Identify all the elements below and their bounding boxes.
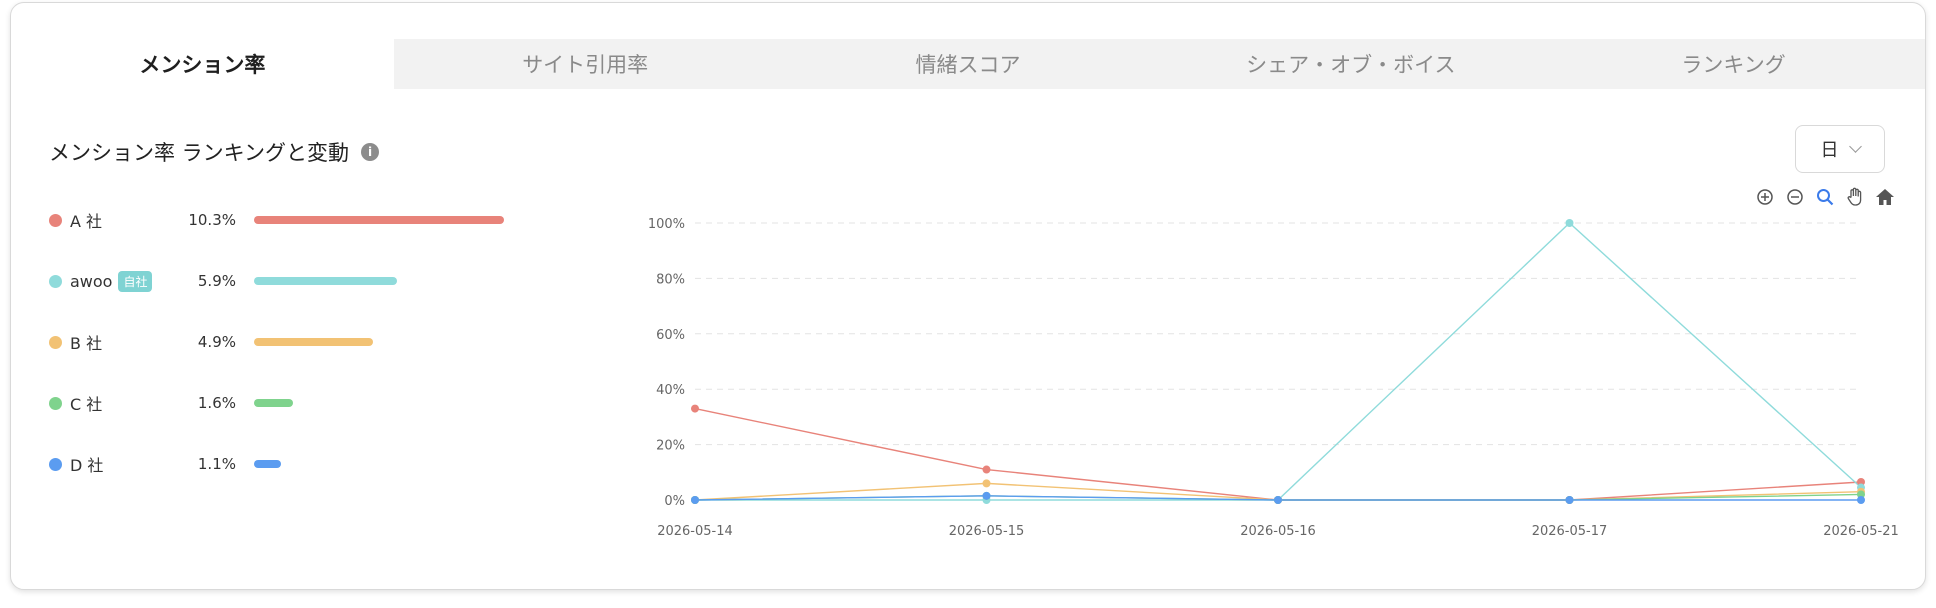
ranking-bar <box>254 216 504 224</box>
legend-dot <box>49 274 62 288</box>
ranking-bar <box>254 277 398 285</box>
percent-value: 1.1% <box>197 455 236 473</box>
company-name: awoo 自社 <box>70 270 180 292</box>
ranking-row: B 社 4.9% <box>49 327 373 357</box>
series-line <box>695 222 1862 501</box>
company-name: B 社 <box>70 330 180 354</box>
tab-share-of-voice[interactable]: シェア・オブ・ボイス <box>1159 39 1543 89</box>
company-label: C 社 <box>70 395 103 414</box>
data-point <box>982 465 991 474</box>
y-tick-label: 40% <box>656 383 685 398</box>
info-icon[interactable]: i <box>361 143 380 161</box>
ranking-row: D 社 1.1% <box>49 449 281 479</box>
x-tick-label: 2026-05-14 <box>657 524 733 539</box>
tab-sentiment-score[interactable]: 情緒スコア <box>776 39 1160 89</box>
legend-dot <box>49 396 62 410</box>
section-title-text: メンション率 ランキングと変動 <box>49 141 350 165</box>
percent-value: 4.9% <box>197 333 236 351</box>
data-point <box>982 479 991 488</box>
period-select-value: 日 <box>1820 140 1839 161</box>
period-select[interactable]: 日 <box>1795 125 1885 173</box>
chevron-down-icon <box>1848 140 1862 153</box>
x-tick-label: 2026-05-21 <box>1823 524 1899 539</box>
x-tick-label: 2026-05-15 <box>949 524 1025 539</box>
data-point <box>1274 496 1282 504</box>
percent-value: 10.3% <box>188 211 236 229</box>
ranking-row: awoo 自社 5.9% <box>49 266 398 296</box>
legend-dot <box>49 335 62 349</box>
company-name: A 社 <box>70 208 180 232</box>
data-point <box>691 404 699 413</box>
y-tick-label: 60% <box>656 328 685 343</box>
data-point <box>982 491 991 500</box>
y-tick-label: 100% <box>648 217 685 232</box>
y-tick-label: 0% <box>664 494 685 509</box>
tab-ranking[interactable]: ランキング <box>1542 39 1925 89</box>
ranking-bar <box>254 460 281 468</box>
metric-tabs: メンション率 サイト引用率 情緒スコア シェア・オブ・ボイス ランキング <box>11 39 1925 89</box>
ranking-row: C 社 1.6% <box>49 388 293 418</box>
data-point <box>1857 496 1865 504</box>
company-name: D 社 <box>70 452 180 476</box>
tab-mention-rate[interactable]: メンション率 <box>11 39 394 89</box>
legend-dot <box>49 457 62 471</box>
company-name: C 社 <box>70 391 180 415</box>
y-tick-label: 80% <box>656 272 685 287</box>
mention-rate-card: メンション率 サイト引用率 情緒スコア シェア・オブ・ボイス ランキング メンシ… <box>10 2 1926 590</box>
y-tick-label: 20% <box>656 439 685 454</box>
company-label: awoo <box>70 271 113 291</box>
company-label: B 社 <box>70 334 103 353</box>
section-title: メンション率 ランキングと変動 i <box>49 137 380 167</box>
ranking-row: A 社 10.3% <box>49 205 504 235</box>
legend-dot <box>49 213 62 227</box>
own-company-badge: 自社 <box>118 270 153 292</box>
company-label: A 社 <box>70 212 103 231</box>
ranking-bar <box>254 399 293 407</box>
x-tick-label: 2026-05-16 <box>1240 524 1316 539</box>
company-label: D 社 <box>70 456 104 475</box>
series-line <box>694 407 1862 501</box>
data-point <box>1565 496 1574 504</box>
ranking-bar <box>254 338 373 346</box>
percent-value: 1.6% <box>197 394 236 412</box>
data-point <box>691 496 699 504</box>
line-chart: 0% 20% 40% 60% 80% 100% 2026-05-14 2026-05-15 20… <box>648 217 1899 539</box>
data-point <box>1565 219 1574 227</box>
percent-value: 5.9% <box>197 272 236 290</box>
x-tick-label: 2026-05-17 <box>1532 524 1608 539</box>
tab-site-citation-rate[interactable]: サイト引用率 <box>393 39 777 89</box>
